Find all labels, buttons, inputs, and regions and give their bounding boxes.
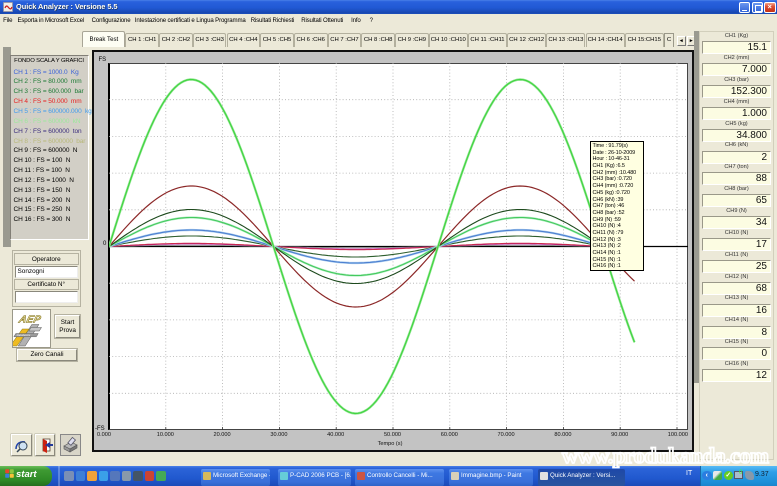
svg-text:transducers: transducers xyxy=(16,334,31,338)
svg-text:AEP: AEP xyxy=(17,315,43,326)
